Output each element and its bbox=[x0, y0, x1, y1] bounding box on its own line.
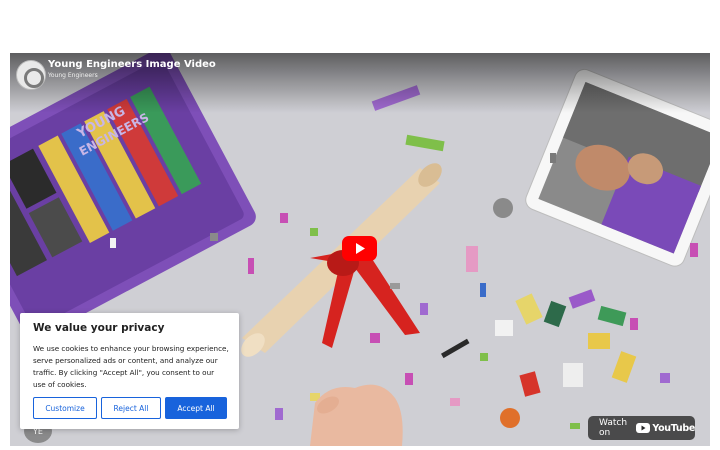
youtube-play-icon[interactable] bbox=[342, 236, 377, 261]
video-title[interactable]: Young Engineers Image Video bbox=[48, 59, 216, 70]
video-channel-name[interactable]: Young Engineers bbox=[48, 72, 98, 79]
channel-avatar-icon[interactable] bbox=[16, 60, 46, 90]
customize-button[interactable]: Customize bbox=[33, 397, 97, 419]
cookie-banner-title: We value your privacy bbox=[33, 322, 165, 334]
watch-on-youtube-button[interactable]: Watch on YouTube bbox=[588, 416, 695, 440]
youtube-logo-icon: YouTube bbox=[636, 423, 695, 434]
accept-all-button[interactable]: Accept All bbox=[165, 397, 227, 419]
page: YOUNG ENGINEERS Young Engineers Image Vi… bbox=[0, 0, 720, 450]
watch-on-label: Watch on bbox=[599, 418, 628, 438]
reject-all-button[interactable]: Reject All bbox=[101, 397, 161, 419]
cookie-banner-text: We use cookies to enhance your browsing … bbox=[33, 344, 229, 389]
youtube-wordmark: YouTube bbox=[652, 422, 695, 434]
cookie-button-row: Customize Reject All Accept All bbox=[33, 397, 227, 419]
cookie-consent-banner: We value your privacy We use cookies to … bbox=[20, 313, 239, 429]
